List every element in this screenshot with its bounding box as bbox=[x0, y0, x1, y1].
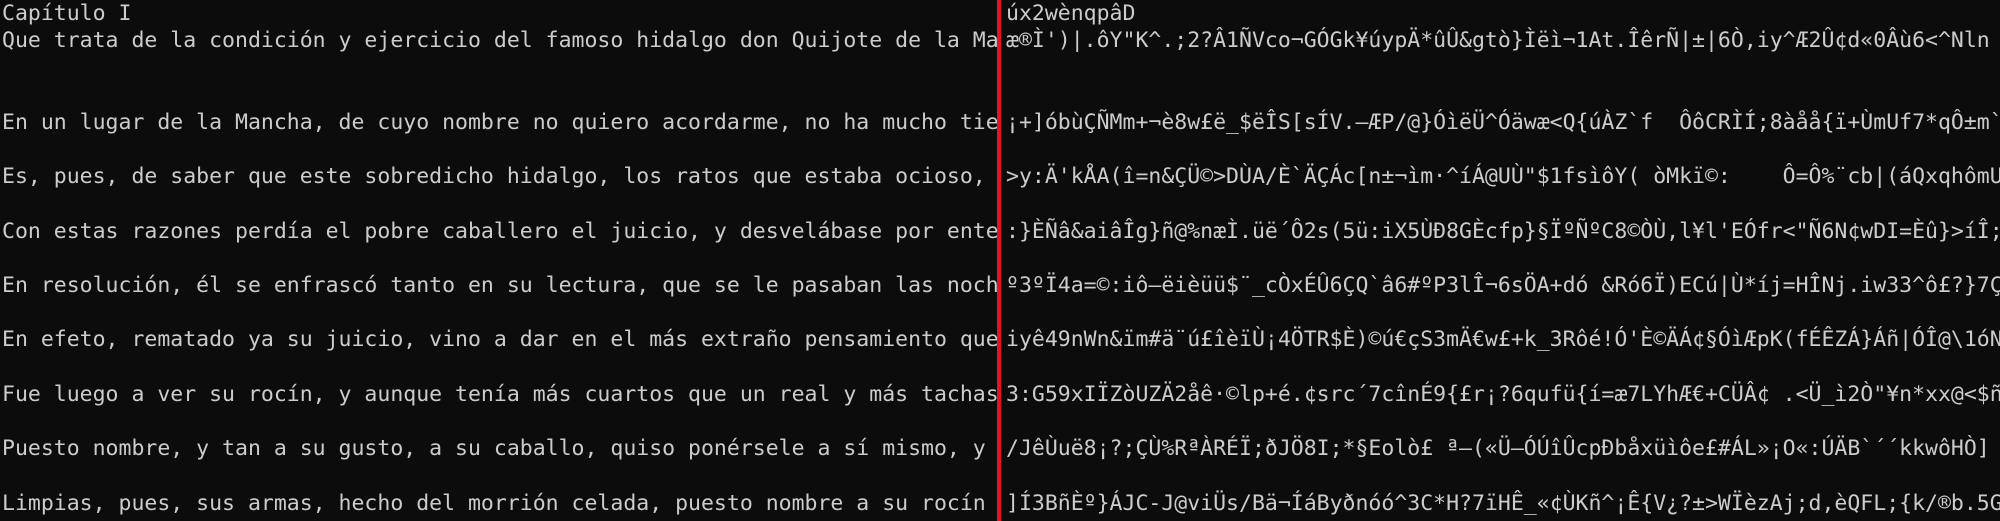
right-pane-line: >y:Ä'kÅA(î=n&ÇÜ©>DÙA/È`ÄÇÁc[n±¬ìm·^íÁ@UÙ… bbox=[1006, 164, 2000, 190]
right-pane-line: úx2wènqpâD bbox=[1006, 1, 1136, 26]
right-pane-line: :}ÈÑâ&aiâÎg}ñ@%næÌ.üë´Ô2s(5ü:iX5ÙÐ8GÈcfp… bbox=[1006, 218, 2000, 244]
left-pane-line: Que trata de la condición y ejercicio de… bbox=[2, 28, 997, 54]
right-pane-line: æ®Ì')|.ôY"K^.;2?Â1ÑVco¬GÓGk¥úypÄ*ûÛ&gtò}… bbox=[1006, 28, 1990, 54]
left-pane-line: En efeto, rematado ya su juicio, vino a … bbox=[2, 327, 997, 353]
left-pane-line: Es, pues, de saber que este sobredicho h… bbox=[2, 164, 997, 190]
right-pane-line: º3ºÏ4a=©:iô—ëièüü$¨_cÒxÉÛ6ÇQ`â6#ºP3lÎ¬6s… bbox=[1006, 273, 2000, 298]
left-pane-line: En un lugar de la Mancha, de cuyo nombre… bbox=[2, 109, 997, 135]
left-pane-line: Capítulo I bbox=[2, 1, 132, 26]
right-pane-line: ¡+]óbùÇÑMm+¬è8w£ë_$ëÎS[sÍV.—ÆP/@}ÓìëÜ^Óä… bbox=[1006, 109, 2000, 135]
left-pane-line: En resolución, él se enfrascó tanto en s… bbox=[2, 273, 997, 298]
right-pane-line: /JêÙuë8¡?;ÇÙ%RªÀRÉÏ;ðJÖ8I;*§Eolò£ ª—(«Ü—… bbox=[1006, 436, 1990, 462]
split-divider[interactable] bbox=[997, 0, 1001, 521]
right-pane-line: iyê49nWn&ïm#ä¨ú£îèïÙ¡4ÖTR$È)©ú€çS3mÄ€w£+… bbox=[1006, 327, 2000, 353]
left-pane-line: Limpias, pues, sus armas, hecho del morr… bbox=[2, 490, 997, 516]
right-pane-line: ]Í3BñÈº}ÁJC-J@viÜs/Bä¬ÍáByðnóó^3C*H?7ïHÊ… bbox=[1006, 490, 2000, 516]
left-pane-line: Fue luego a ver su rocín, y aunque tenía… bbox=[2, 381, 997, 407]
left-pane-line: Puesto nombre, y tan a su gusto, a su ca… bbox=[2, 436, 997, 462]
right-pane-line: 3:G59xIÏZòUZÄ2åê·©lp+é.¢src´7cînÉ9{£r¡?6… bbox=[1006, 381, 2000, 407]
left-pane-line: Con estas razones perdía el pobre caball… bbox=[2, 218, 997, 244]
left-terminal-pane[interactable]: Capítulo I Que trata de la condición y ej… bbox=[0, 0, 997, 521]
right-terminal-pane[interactable]: úx2wènqpâD æ®Ì')|.ôY"K^.;2?Â1ÑVco¬GÓGk¥úy… bbox=[1004, 0, 2000, 521]
